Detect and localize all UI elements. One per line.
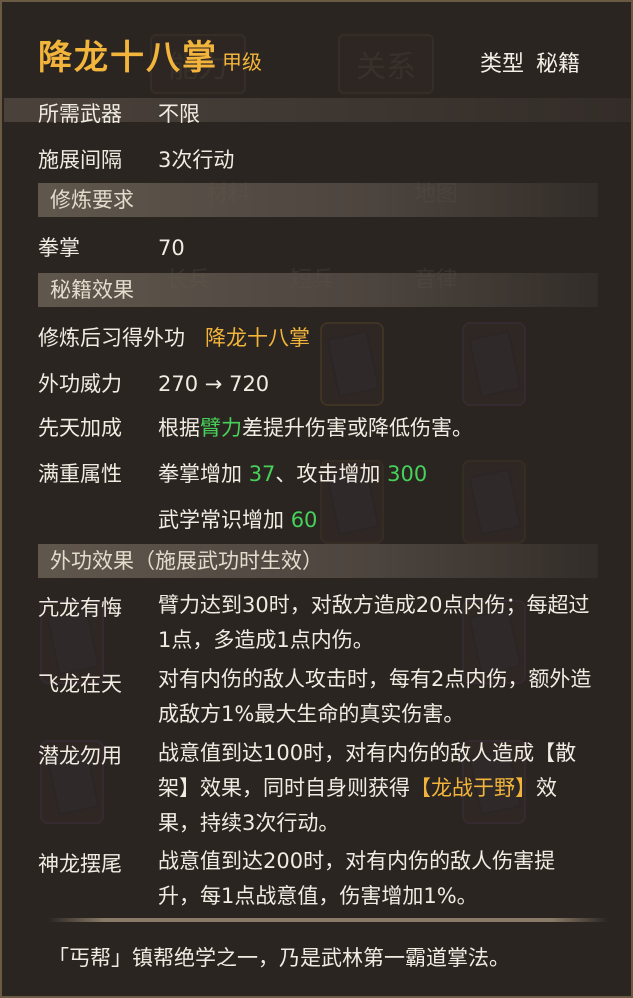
learn-row: 修炼后习得外功 降龙十八掌 [38, 322, 310, 352]
full-a-value: 37 [248, 462, 276, 486]
type-value: 秘籍 [536, 52, 581, 77]
full-b-value: 300 [387, 462, 428, 486]
requirement-row: 拳掌 70 [38, 232, 185, 262]
section-effects: 秘籍效果 [38, 273, 598, 307]
skill-type: 类型 秘籍 [480, 46, 580, 78]
skill-title: 降龙十八掌 甲级 [38, 30, 262, 80]
attr-interval: 施展间隔 3次行动 [38, 144, 234, 174]
full-a-label: 拳掌增加 [158, 462, 242, 486]
full-row-1: 满重属性 拳掌增加 37、攻击增加 300 [38, 458, 427, 488]
effect-line: 果，持续3次行动。 [158, 811, 340, 835]
effect-line: 战意值到达200时，对有内伤的敌人伤害提 [158, 849, 556, 873]
innate-label: 先天加成 [38, 416, 122, 440]
effect-line: 成敌方1%最大生命的真实伤害。 [158, 702, 465, 726]
effect-line: 战意值到达100时，对有内伤的敌人造成【散 [158, 741, 577, 765]
effect-label: 亢龙有悔 [38, 596, 122, 620]
power-arrow: → [204, 372, 223, 396]
attr-value: 3次行动 [158, 148, 235, 172]
requirement-value: 70 [158, 236, 185, 260]
full-label: 满重属性 [38, 462, 122, 486]
attr-label: 所需武器 [38, 102, 122, 126]
power-from: 270 [158, 372, 199, 396]
effect-line: 臂力达到30时，对敌方造成20点内伤；每超过 [158, 593, 590, 617]
skill-tooltip-panel: 降龙十八掌 甲级 类型 秘籍 所需武器 不限 施展间隔 3次行动 修炼要求 拳掌 70 秘… [0, 0, 633, 998]
skill-name: 降龙十八掌 [38, 38, 218, 78]
full-sep: 、攻击增加 [275, 462, 381, 486]
effect-label: 神龙摆尾 [38, 852, 122, 876]
effect-text: 架】效果，同时自身则获得 [158, 776, 410, 800]
effect-line: 升，每1点战意值，伤害增加1%。 [158, 884, 478, 908]
effect-line: 架】效果，同时自身则获得【龙战于野】效 [158, 771, 632, 806]
effect-description: 战意值到达100时，对有内伤的敌人造成【散 架】效果，同时自身则获得【龙战于野】… [158, 736, 632, 841]
learn-label: 修炼后习得外功 [38, 326, 185, 350]
effect-description: 臂力达到30时，对敌方造成20点内伤；每超过 1点，多造成1点内伤。 [158, 588, 632, 658]
full-c-label: 武学常识增加 [158, 508, 284, 532]
effect-label: 潜龙勿用 [38, 744, 122, 768]
learn-value: 降龙十八掌 [205, 326, 311, 350]
power-label: 外功威力 [38, 372, 122, 396]
innate-row: 先天加成 根据臂力差提升伤害或降低伤害。 [38, 412, 473, 442]
effect-description: 对有内伤的敌人攻击时，每有2点内伤，额外造 成敌方1%最大生命的真实伤害。 [158, 662, 632, 732]
skill-flavor-text: 「丐帮」镇帮绝学之一，乃是武林第一霸道掌法。 [48, 946, 510, 970]
section-requirement: 修炼要求 [38, 183, 598, 217]
innate-pre: 根据 [158, 416, 200, 440]
effect-label: 飞龙在天 [38, 672, 122, 696]
effect-text: 效 [536, 776, 557, 800]
skill-grade: 甲级 [222, 50, 262, 74]
effect-line: 1点，多造成1点内伤。 [158, 628, 374, 652]
full-c-value: 60 [290, 508, 318, 532]
type-label: 类型 [480, 52, 525, 77]
innate-post: 差提升伤害或降低伤害。 [242, 416, 473, 440]
footer-divider [48, 918, 608, 922]
section-outer-effects: 外功效果（施展武功时生效） [38, 544, 598, 578]
attr-label: 施展间隔 [38, 148, 122, 172]
power-to: 720 [229, 372, 270, 396]
requirement-label: 拳掌 [38, 236, 80, 260]
attr-value: 不限 [158, 102, 200, 126]
full-row-2: 武学常识增加 60 [158, 504, 317, 534]
innate-attr: 臂力 [200, 416, 242, 440]
effect-description: 战意值到达200时，对有内伤的敌人伤害提 升，每1点战意值，伤害增加1%。 [158, 844, 632, 914]
attr-weapon: 所需武器 不限 [38, 98, 200, 128]
effect-highlight: 【龙战于野】 [410, 776, 536, 800]
power-row: 外功威力 270 → 720 [38, 368, 269, 398]
effect-line: 对有内伤的敌人攻击时，每有2点内伤，额外造 [158, 667, 592, 691]
